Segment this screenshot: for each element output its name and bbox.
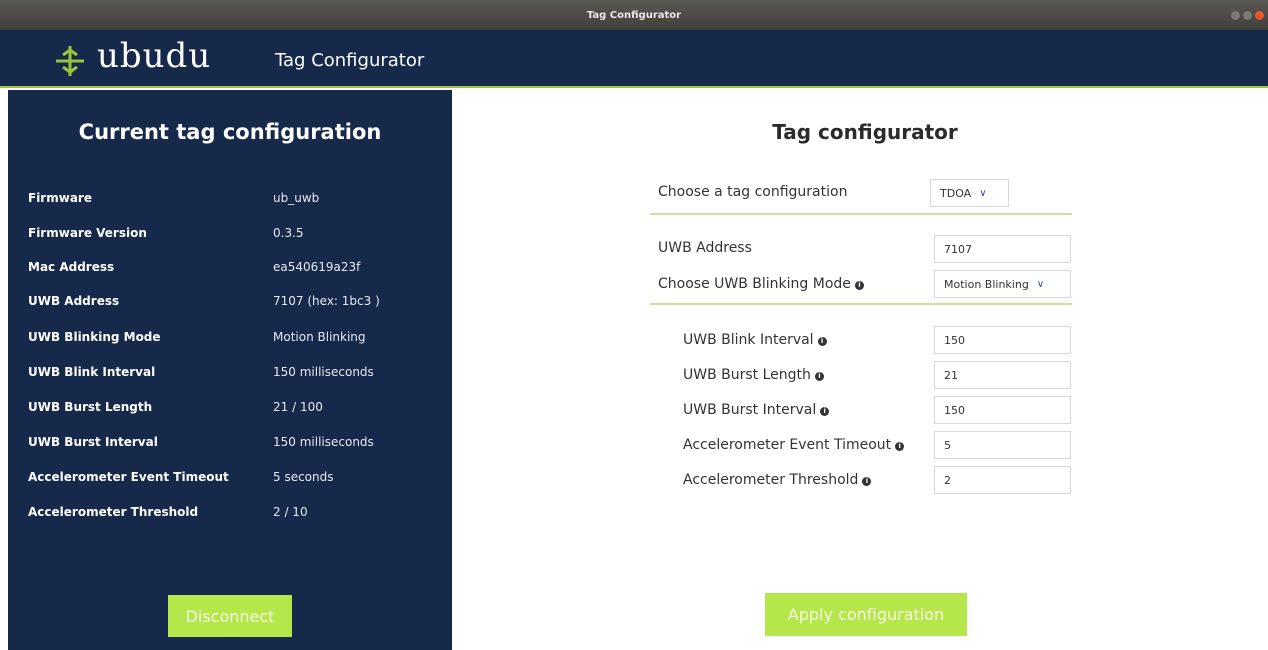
config-label: UWB Blinking Mode bbox=[28, 330, 161, 344]
info-icon[interactable]: i bbox=[895, 442, 905, 451]
config-row: UWB Blink Interval 150 milliseconds bbox=[28, 365, 448, 385]
info-icon[interactable]: i bbox=[854, 281, 864, 290]
config-label: UWB Burst Length bbox=[28, 400, 153, 414]
info-icon[interactable]: i bbox=[862, 477, 872, 486]
config-label: Mac Address bbox=[28, 260, 115, 274]
apply-configuration-button[interactable]: Apply configuration bbox=[765, 593, 967, 636]
config-value: 7107 (hex: 1bc3 ) bbox=[273, 294, 380, 308]
window-titlebar: Tag Configurator bbox=[0, 0, 1268, 30]
blinking-mode-label: Choose UWB Blinking Mode i bbox=[658, 276, 864, 292]
accel-threshold-label: Accelerometer Threshold i bbox=[683, 472, 872, 488]
config-value: 150 milliseconds bbox=[273, 435, 374, 449]
config-row: Accelerometer Threshold 2 / 10 bbox=[28, 505, 448, 525]
burst-length-label-text: UWB Burst Length bbox=[683, 367, 811, 383]
tag-config-selected: TDOA bbox=[940, 186, 972, 200]
config-label: UWB Burst Interval bbox=[28, 435, 158, 449]
app-title: Tag Configurator bbox=[275, 50, 425, 71]
tag-config-select[interactable]: TDOA ∨ bbox=[930, 179, 1009, 207]
config-value: 5 seconds bbox=[273, 470, 334, 484]
config-row: UWB Blinking Mode Motion Blinking bbox=[28, 330, 448, 350]
chevron-down-icon: ∨ bbox=[979, 187, 987, 199]
blink-interval-label: UWB Blink Interval i bbox=[683, 332, 827, 348]
config-row: Firmware Version 0.3.5 bbox=[28, 226, 448, 246]
blinking-mode-select[interactable]: Motion Blinking ∨ bbox=[934, 270, 1071, 298]
accel-timeout-label-text: Accelerometer Event Timeout bbox=[683, 437, 892, 453]
accel-timeout-input[interactable] bbox=[934, 431, 1071, 459]
accel-threshold-label-text: Accelerometer Threshold bbox=[683, 472, 859, 488]
config-label: Firmware Version bbox=[28, 226, 147, 240]
config-value: ub_uwb bbox=[273, 191, 320, 205]
config-label: Firmware bbox=[28, 191, 92, 205]
blinking-mode-selected: Motion Blinking bbox=[944, 277, 1029, 291]
window-controls bbox=[1231, 11, 1264, 20]
current-config-heading: Current tag configuration bbox=[78, 120, 382, 144]
config-row: Mac Address ea540619a23f bbox=[28, 260, 448, 280]
accel-threshold-input[interactable] bbox=[934, 466, 1071, 494]
close-icon[interactable] bbox=[1255, 11, 1264, 20]
config-value: ea540619a23f bbox=[273, 260, 361, 274]
window-title: Tag Configurator bbox=[586, 9, 682, 21]
config-label: UWB Blink Interval bbox=[28, 365, 156, 379]
disconnect-button[interactable]: Disconnect bbox=[168, 595, 292, 637]
info-icon[interactable]: i bbox=[814, 372, 824, 381]
blinking-mode-label-text: Choose UWB Blinking Mode bbox=[658, 276, 851, 292]
config-row: UWB Address 7107 (hex: 1bc3 ) bbox=[28, 294, 448, 314]
accel-timeout-label: Accelerometer Event Timeout i bbox=[683, 437, 905, 453]
burst-length-input[interactable] bbox=[934, 361, 1071, 389]
config-label: UWB Address bbox=[28, 294, 120, 308]
info-icon[interactable]: i bbox=[820, 407, 830, 416]
uwb-address-label: UWB Address bbox=[658, 240, 752, 256]
maximize-icon[interactable] bbox=[1243, 11, 1252, 20]
ubudu-logo-icon bbox=[56, 46, 84, 76]
config-value: 2 / 10 bbox=[273, 505, 308, 519]
logo-text: ubudu bbox=[97, 36, 212, 76]
config-value: 150 milliseconds bbox=[273, 365, 374, 379]
app-header: ubudu Tag Configurator bbox=[0, 30, 1268, 88]
section-divider bbox=[650, 213, 1072, 215]
chevron-down-icon: ∨ bbox=[1036, 278, 1045, 290]
blink-interval-label-text: UWB Blink Interval bbox=[683, 332, 814, 348]
config-row: UWB Burst Interval 150 milliseconds bbox=[28, 435, 448, 455]
config-row: UWB Burst Length 21 / 100 bbox=[28, 400, 448, 420]
config-label: Accelerometer Event Timeout bbox=[28, 470, 229, 484]
config-value: Motion Blinking bbox=[273, 330, 366, 344]
burst-interval-label: UWB Burst Interval i bbox=[683, 402, 830, 418]
burst-interval-input[interactable] bbox=[934, 396, 1071, 424]
burst-length-label: UWB Burst Length i bbox=[683, 367, 824, 383]
blink-interval-input[interactable] bbox=[934, 326, 1071, 354]
config-row: Firmware ub_uwb bbox=[28, 191, 448, 211]
uwb-address-input[interactable] bbox=[934, 235, 1071, 263]
config-row: Accelerometer Event Timeout 5 seconds bbox=[28, 470, 448, 490]
info-icon[interactable]: i bbox=[817, 337, 827, 346]
section-divider bbox=[650, 303, 1072, 305]
current-config-panel: Current tag configuration Firmware ub_uw… bbox=[8, 90, 452, 650]
config-label: Accelerometer Threshold bbox=[28, 505, 199, 519]
minimize-icon[interactable] bbox=[1231, 11, 1240, 20]
tag-configurator-heading: Tag configurator bbox=[772, 120, 958, 144]
burst-interval-label-text: UWB Burst Interval bbox=[683, 402, 817, 418]
config-value: 0.3.5 bbox=[273, 226, 304, 240]
config-value: 21 / 100 bbox=[273, 400, 323, 414]
tag-config-label: Choose a tag configuration bbox=[658, 184, 848, 200]
